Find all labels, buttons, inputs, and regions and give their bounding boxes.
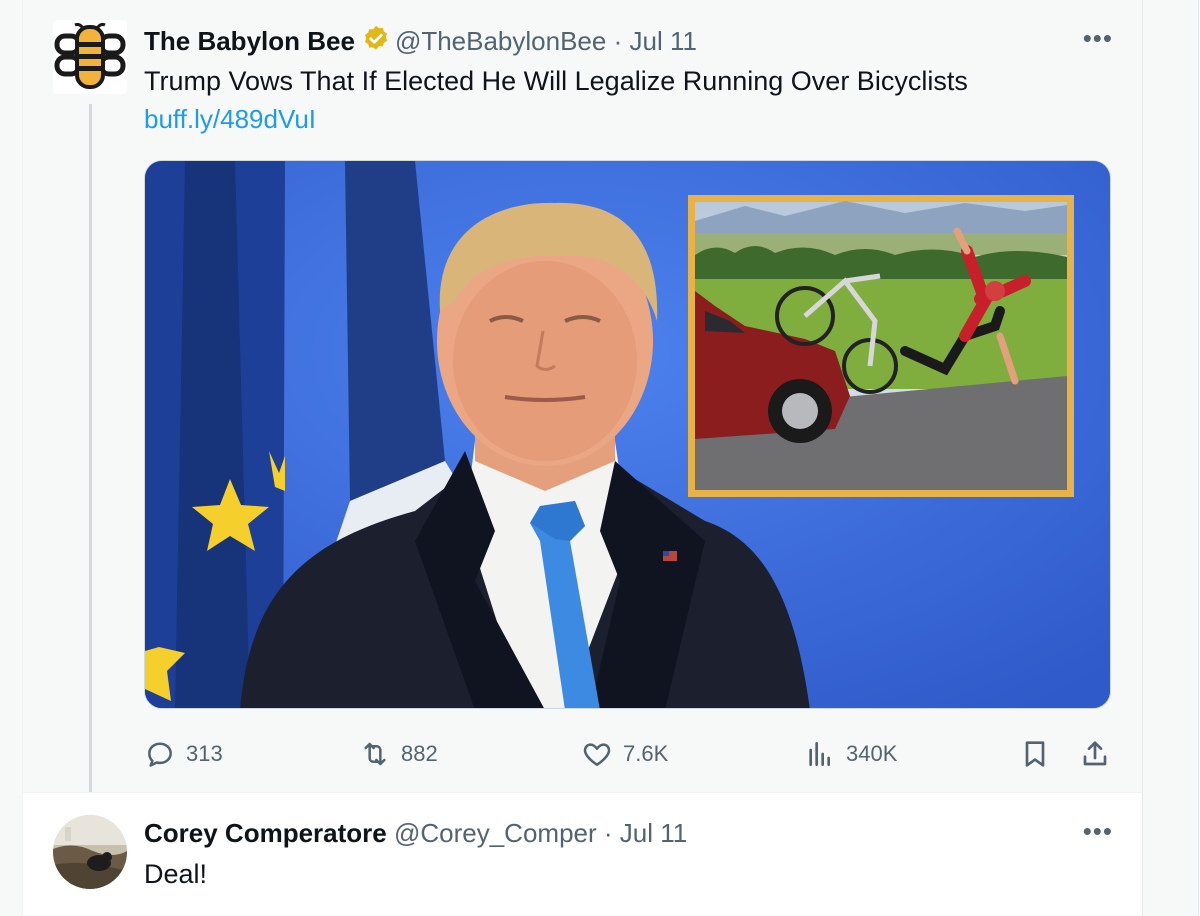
reply-count: 313: [186, 741, 223, 766]
tweet-babylon-bee[interactable]: The Babylon Bee @TheBabylonBee · Jul 11 •…: [23, 0, 1143, 804]
babylon-bee-avatar[interactable]: [53, 20, 127, 94]
share-upload-icon: [1083, 741, 1107, 766]
thread-connector-line: [89, 104, 92, 804]
heart-icon: [583, 743, 611, 766]
bee-logo-icon: [53, 20, 127, 94]
retweet-count: 882: [401, 741, 438, 766]
tweet-text: Deal!: [144, 859, 208, 889]
reply-button[interactable]: 313: [144, 734, 223, 774]
verified-badge-icon[interactable]: [361, 24, 391, 61]
tweet-media-image[interactable]: [144, 160, 1111, 709]
like-button[interactable]: 7.6K: [581, 734, 668, 774]
retweet-button[interactable]: 882: [359, 734, 438, 774]
timeline-page: The Babylon Bee @TheBabylonBee · Jul 11 •…: [0, 0, 1200, 916]
bar-chart-icon: [809, 742, 830, 766]
separator-dot: ·: [603, 818, 613, 848]
author-name[interactable]: Corey Comperatore: [144, 818, 387, 848]
retweet-arrows-icon: [364, 742, 386, 766]
inset-photo-cyclist-crash: [688, 195, 1074, 497]
tweet-date[interactable]: Jul 11: [630, 26, 697, 56]
bookmark-button[interactable]: [1019, 734, 1061, 774]
views-button[interactable]: 340K: [804, 734, 897, 774]
share-button[interactable]: [1079, 734, 1121, 774]
more-options-icon[interactable]: •••: [1083, 818, 1113, 844]
tweet-header: The Babylon Bee @TheBabylonBee · Jul 11: [144, 24, 697, 61]
tweet-date[interactable]: Jul 11: [620, 818, 687, 848]
like-count: 7.6K: [623, 741, 669, 766]
profile-photo: [53, 815, 127, 889]
corey-comperatore-avatar[interactable]: [53, 815, 127, 889]
tweet-header: Corey Comperatore @Corey_Comper · Jul 11: [144, 817, 687, 849]
tweet-text: Trump Vows That If Elected He Will Legal…: [144, 66, 968, 96]
media-illustration: [145, 161, 1110, 708]
tweet-link[interactable]: buff.ly/489dVuI: [144, 102, 316, 136]
author-name[interactable]: The Babylon Bee: [144, 26, 355, 56]
right-gutter: [1142, 0, 1200, 916]
tweet-action-bar: 313 882 7.6K 340K: [144, 734, 1111, 774]
more-options-icon[interactable]: •••: [1083, 25, 1113, 51]
tweet-reply-corey[interactable]: Corey Comperatore @Corey_Comper · Jul 11…: [23, 792, 1143, 916]
bookmark-icon: [1025, 741, 1045, 767]
views-count: 340K: [846, 741, 898, 766]
left-gutter: [0, 0, 22, 916]
separator-dot: ·: [613, 26, 623, 56]
author-handle[interactable]: @Corey_Comper: [394, 818, 597, 848]
timeline-column: The Babylon Bee @TheBabylonBee · Jul 11 •…: [22, 0, 1143, 916]
author-handle[interactable]: @TheBabylonBee: [395, 26, 606, 56]
speech-bubble-icon: [148, 742, 172, 767]
